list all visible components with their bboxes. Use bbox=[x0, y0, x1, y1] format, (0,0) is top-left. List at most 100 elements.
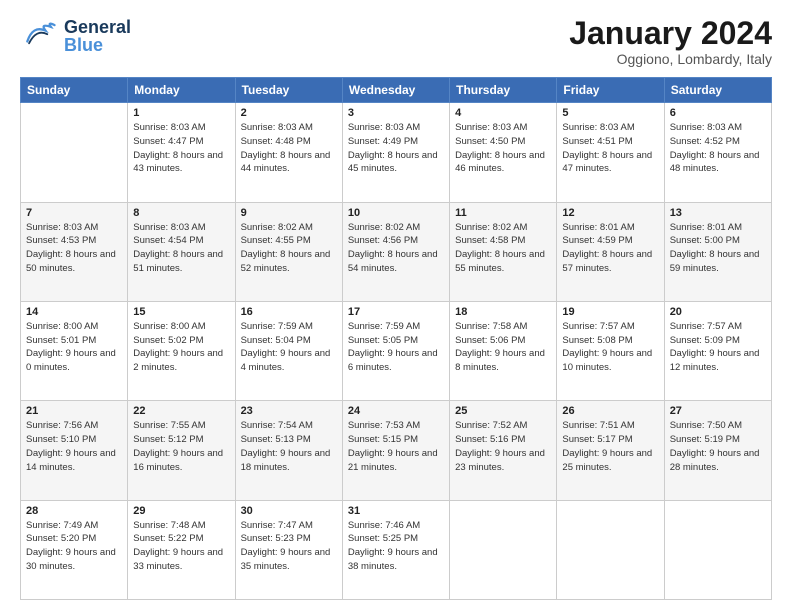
day-info: Sunrise: 8:01 AM Sunset: 4:59 PM Dayligh… bbox=[562, 221, 658, 276]
logo-icon bbox=[20, 16, 60, 56]
day-info: Sunrise: 7:54 AM Sunset: 5:13 PM Dayligh… bbox=[241, 419, 337, 474]
calendar-week-row: 28 Sunrise: 7:49 AM Sunset: 5:20 PM Dayli… bbox=[21, 500, 772, 599]
day-info: Sunrise: 8:00 AM Sunset: 5:01 PM Dayligh… bbox=[26, 320, 122, 375]
table-row: 8Sunrise: 8:03 AM Sunset: 4:54 PM Daylig… bbox=[128, 202, 235, 301]
day-info: Sunrise: 7:52 AM Sunset: 5:16 PM Dayligh… bbox=[455, 419, 551, 474]
day-number: 16 bbox=[241, 306, 337, 318]
day-info: Sunrise: 7:59 AM Sunset: 5:04 PM Dayligh… bbox=[241, 320, 337, 375]
table-row: 21Sunrise: 7:56 AM Sunset: 5:10 PM Dayli… bbox=[21, 401, 128, 500]
day-info: Sunrise: 8:03 AM Sunset: 4:47 PM Dayligh… bbox=[133, 121, 229, 176]
day-number: 6 bbox=[670, 107, 766, 119]
day-number: 15 bbox=[133, 306, 229, 318]
day-info: Sunrise: 7:58 AM Sunset: 5:06 PM Dayligh… bbox=[455, 320, 551, 375]
day-info: Sunrise: 7:57 AM Sunset: 5:08 PM Dayligh… bbox=[562, 320, 658, 375]
day-number: 22 bbox=[133, 405, 229, 417]
title-area: January 2024 Oggiono, Lombardy, Italy bbox=[569, 16, 772, 67]
table-row bbox=[557, 500, 664, 599]
col-wednesday: Wednesday bbox=[342, 78, 449, 103]
day-info: Sunrise: 7:49 AM Sunset: 5:20 PM Dayligh… bbox=[26, 519, 122, 574]
day-info: Sunrise: 7:51 AM Sunset: 5:17 PM Dayligh… bbox=[562, 419, 658, 474]
calendar-week-row: 7 Sunrise: 8:03 AM Sunset: 4:53 PM Daylig… bbox=[21, 202, 772, 301]
table-row: 22 Sunrise: 7:55 AM Sunset: 5:12 PM Dayli… bbox=[128, 401, 235, 500]
day-number: 13 bbox=[670, 207, 766, 219]
day-number: 5 bbox=[562, 107, 658, 119]
day-info: Sunrise: 8:03 AM Sunset: 4:50 PM Dayligh… bbox=[455, 121, 551, 176]
day-number: 26 bbox=[562, 405, 658, 417]
day-info: Sunrise: 8:02 AM Sunset: 4:58 PM Dayligh… bbox=[455, 221, 551, 276]
col-tuesday: Tuesday bbox=[235, 78, 342, 103]
calendar-week-row: 21Sunrise: 7:56 AM Sunset: 5:10 PM Dayli… bbox=[21, 401, 772, 500]
day-info: Sunrise: 8:03 AM Sunset: 4:52 PM Dayligh… bbox=[670, 121, 766, 176]
day-number: 29 bbox=[133, 505, 229, 517]
day-number: 20 bbox=[670, 306, 766, 318]
day-info: Sunrise: 8:03 AM Sunset: 4:51 PM Dayligh… bbox=[562, 121, 658, 176]
day-number: 10 bbox=[348, 207, 444, 219]
day-number: 18 bbox=[455, 306, 551, 318]
table-row: 10 Sunrise: 8:02 AM Sunset: 4:56 PM Dayli… bbox=[342, 202, 449, 301]
table-row: 26 Sunrise: 7:51 AM Sunset: 5:17 PM Dayli… bbox=[557, 401, 664, 500]
calendar-week-row: 14 Sunrise: 8:00 AM Sunset: 5:01 PM Dayli… bbox=[21, 301, 772, 400]
table-row: 13 Sunrise: 8:01 AM Sunset: 5:00 PM Dayli… bbox=[664, 202, 771, 301]
day-number: 1 bbox=[133, 107, 229, 119]
table-row: 16 Sunrise: 7:59 AM Sunset: 5:04 PM Dayli… bbox=[235, 301, 342, 400]
day-info: Sunrise: 7:59 AM Sunset: 5:05 PM Dayligh… bbox=[348, 320, 444, 375]
table-row: 12Sunrise: 8:01 AM Sunset: 4:59 PM Dayli… bbox=[557, 202, 664, 301]
table-row: 30 Sunrise: 7:47 AM Sunset: 5:23 PM Dayli… bbox=[235, 500, 342, 599]
table-row: 28 Sunrise: 7:49 AM Sunset: 5:20 PM Dayli… bbox=[21, 500, 128, 599]
day-info: Sunrise: 7:46 AM Sunset: 5:25 PM Dayligh… bbox=[348, 519, 444, 574]
table-row: 18 Sunrise: 7:58 AM Sunset: 5:06 PM Dayli… bbox=[450, 301, 557, 400]
day-number: 11 bbox=[455, 207, 551, 219]
table-row: 6 Sunrise: 8:03 AM Sunset: 4:52 PM Daylig… bbox=[664, 103, 771, 202]
day-info: Sunrise: 8:02 AM Sunset: 4:56 PM Dayligh… bbox=[348, 221, 444, 276]
table-row: 7 Sunrise: 8:03 AM Sunset: 4:53 PM Daylig… bbox=[21, 202, 128, 301]
day-info: Sunrise: 8:03 AM Sunset: 4:54 PM Dayligh… bbox=[133, 221, 229, 276]
logo-general-text: General bbox=[64, 18, 131, 36]
table-row: 5 Sunrise: 8:03 AM Sunset: 4:51 PM Daylig… bbox=[557, 103, 664, 202]
table-row: 17Sunrise: 7:59 AM Sunset: 5:05 PM Dayli… bbox=[342, 301, 449, 400]
table-row: 19Sunrise: 7:57 AM Sunset: 5:08 PM Dayli… bbox=[557, 301, 664, 400]
table-row: 15 Sunrise: 8:00 AM Sunset: 5:02 PM Dayli… bbox=[128, 301, 235, 400]
page: General Blue January 2024 Oggiono, Lomba… bbox=[0, 0, 792, 612]
subtitle: Oggiono, Lombardy, Italy bbox=[569, 51, 772, 67]
day-number: 7 bbox=[26, 207, 122, 219]
table-row: 14 Sunrise: 8:00 AM Sunset: 5:01 PM Dayli… bbox=[21, 301, 128, 400]
day-info: Sunrise: 7:47 AM Sunset: 5:23 PM Dayligh… bbox=[241, 519, 337, 574]
table-row: 25 Sunrise: 7:52 AM Sunset: 5:16 PM Dayli… bbox=[450, 401, 557, 500]
day-info: Sunrise: 8:00 AM Sunset: 5:02 PM Dayligh… bbox=[133, 320, 229, 375]
day-number: 24 bbox=[348, 405, 444, 417]
table-row: 29 Sunrise: 7:48 AM Sunset: 5:22 PM Dayli… bbox=[128, 500, 235, 599]
day-number: 3 bbox=[348, 107, 444, 119]
day-info: Sunrise: 7:55 AM Sunset: 5:12 PM Dayligh… bbox=[133, 419, 229, 474]
day-number: 28 bbox=[26, 505, 122, 517]
main-title: January 2024 bbox=[569, 16, 772, 51]
day-info: Sunrise: 8:01 AM Sunset: 5:00 PM Dayligh… bbox=[670, 221, 766, 276]
table-row bbox=[450, 500, 557, 599]
table-row: 1 Sunrise: 8:03 AM Sunset: 4:47 PM Daylig… bbox=[128, 103, 235, 202]
table-row: 3 Sunrise: 8:03 AM Sunset: 4:49 PM Daylig… bbox=[342, 103, 449, 202]
day-info: Sunrise: 7:50 AM Sunset: 5:19 PM Dayligh… bbox=[670, 419, 766, 474]
logo-words: General Blue bbox=[64, 18, 131, 54]
day-number: 30 bbox=[241, 505, 337, 517]
table-row: 4 Sunrise: 8:03 AM Sunset: 4:50 PM Daylig… bbox=[450, 103, 557, 202]
day-number: 27 bbox=[670, 405, 766, 417]
day-number: 25 bbox=[455, 405, 551, 417]
table-row: 27 Sunrise: 7:50 AM Sunset: 5:19 PM Dayli… bbox=[664, 401, 771, 500]
table-row: 23Sunrise: 7:54 AM Sunset: 5:13 PM Dayli… bbox=[235, 401, 342, 500]
table-row: 20 Sunrise: 7:57 AM Sunset: 5:09 PM Dayli… bbox=[664, 301, 771, 400]
day-info: Sunrise: 8:03 AM Sunset: 4:49 PM Dayligh… bbox=[348, 121, 444, 176]
day-number: 31 bbox=[348, 505, 444, 517]
day-info: Sunrise: 7:57 AM Sunset: 5:09 PM Dayligh… bbox=[670, 320, 766, 375]
day-number: 21 bbox=[26, 405, 122, 417]
day-info: Sunrise: 8:03 AM Sunset: 4:48 PM Dayligh… bbox=[241, 121, 337, 176]
col-sunday: Sunday bbox=[21, 78, 128, 103]
day-number: 4 bbox=[455, 107, 551, 119]
day-number: 14 bbox=[26, 306, 122, 318]
day-info: Sunrise: 7:48 AM Sunset: 5:22 PM Dayligh… bbox=[133, 519, 229, 574]
col-thursday: Thursday bbox=[450, 78, 557, 103]
logo: General Blue bbox=[20, 16, 131, 56]
day-info: Sunrise: 8:03 AM Sunset: 4:53 PM Dayligh… bbox=[26, 221, 122, 276]
table-row: 24Sunrise: 7:53 AM Sunset: 5:15 PM Dayli… bbox=[342, 401, 449, 500]
table-row: 31 Sunrise: 7:46 AM Sunset: 5:25 PM Dayli… bbox=[342, 500, 449, 599]
table-row bbox=[21, 103, 128, 202]
logo-blue-text: Blue bbox=[64, 36, 131, 54]
